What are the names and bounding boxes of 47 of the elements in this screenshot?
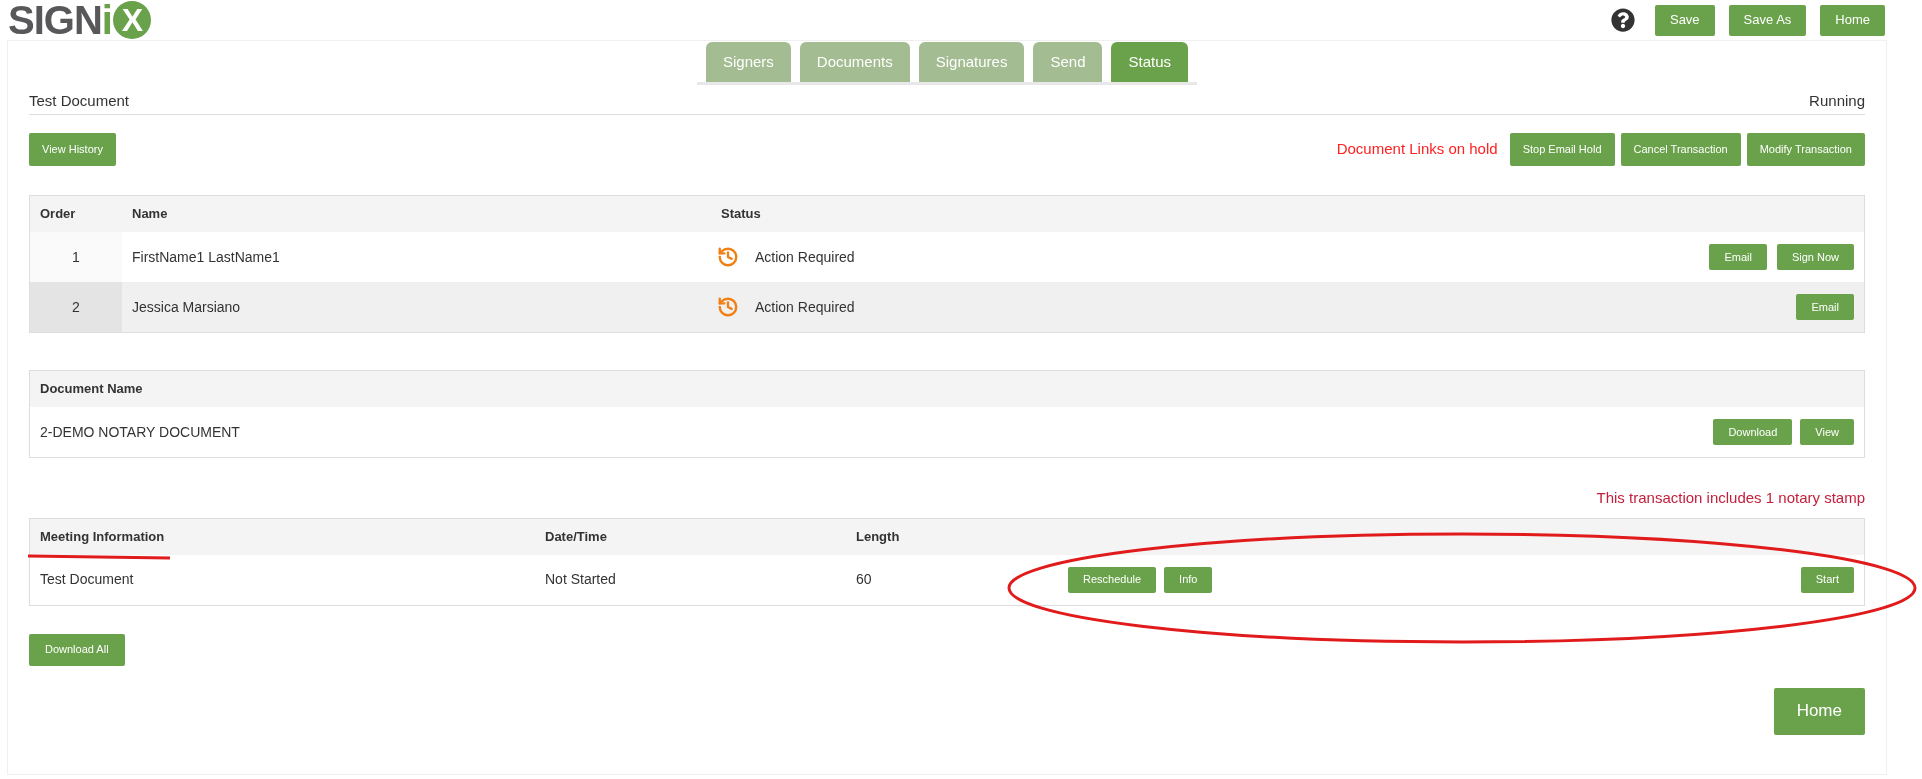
column-header: Document Name — [39, 380, 143, 399]
table-cell-text: 60 — [855, 570, 873, 589]
column-header: Length — [856, 528, 900, 544]
button[interactable]: Stop Email Hold — [1509, 133, 1615, 166]
button[interactable]: Download — [1713, 419, 1793, 445]
table-cell-text: Not Started — [544, 570, 617, 589]
table-cell-text: Test Document — [39, 570, 135, 589]
table-cell-text: Action Required — [755, 297, 855, 317]
logo: SIGNi X — [8, 0, 151, 40]
tab[interactable]: Signers — [706, 42, 791, 82]
button[interactable]: Email — [1796, 294, 1854, 320]
column-header: Meeting Information — [40, 528, 165, 544]
table-cell: 1 — [30, 232, 122, 282]
document-title: Test Document — [29, 90, 130, 111]
notary-notice: This transaction includes 1 notary stamp — [1596, 488, 1865, 508]
document-state: Running — [1809, 90, 1865, 111]
button[interactable]: Cancel Transaction — [1620, 133, 1741, 166]
button[interactable]: Modify Transaction — [1746, 133, 1865, 166]
button[interactable]: Reschedule — [1068, 566, 1157, 593]
column-header: Date/Time — [545, 528, 607, 544]
button[interactable]: Sign Now — [1776, 244, 1854, 270]
status-icon — [717, 296, 739, 318]
button[interactable]: Email — [1709, 244, 1767, 270]
table-cell: 2 — [30, 282, 122, 332]
tab[interactable]: Documents — [799, 42, 910, 82]
button[interactable]: Save As — [1728, 4, 1807, 36]
button[interactable]: Home — [1773, 687, 1865, 735]
button[interactable]: Info — [1164, 566, 1213, 593]
status-icon — [717, 246, 739, 268]
button[interactable]: View — [1800, 419, 1854, 445]
hold-notice: Document Links on hold — [1336, 139, 1498, 160]
help-icon[interactable] — [1610, 8, 1635, 32]
button[interactable]: Save — [1654, 4, 1715, 36]
tab[interactable]: Status — [1111, 42, 1188, 82]
column-header: Order — [39, 205, 77, 224]
button[interactable]: Start — [1800, 566, 1854, 593]
column-header: Name — [131, 205, 169, 224]
tab[interactable]: Signatures — [918, 42, 1025, 82]
table-cell-text: FirstName1 LastName1 — [131, 247, 281, 267]
button[interactable]: View History — [29, 133, 116, 166]
tab[interactable]: Send — [1033, 42, 1103, 82]
table-cell-text: Action Required — [755, 247, 855, 267]
button[interactable]: Download All — [29, 633, 125, 666]
column-header: Status — [720, 205, 761, 224]
button[interactable]: Home — [1820, 4, 1885, 36]
table-cell-text: Jessica Marsiano — [131, 297, 242, 317]
table-cell-text: 2-DEMO NOTARY DOCUMENT — [39, 422, 240, 442]
